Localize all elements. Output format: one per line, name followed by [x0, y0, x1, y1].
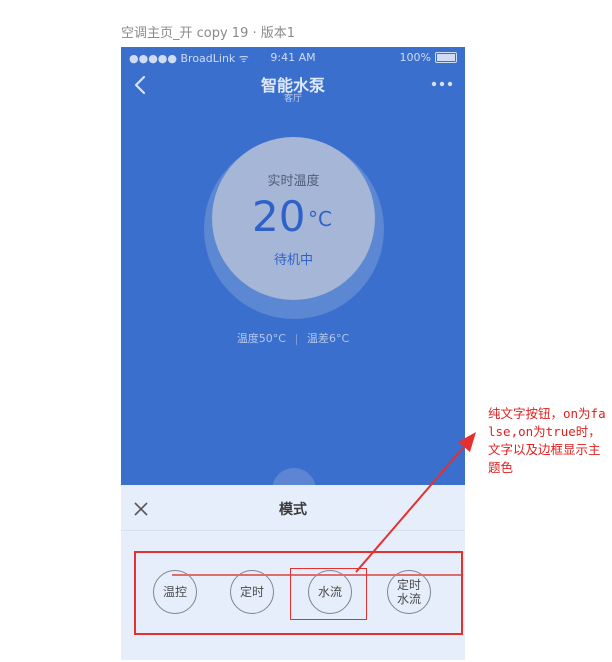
device-status: 待机中 [273, 253, 313, 268]
battery-icon [435, 52, 457, 63]
diff-readout: 温差6°C [307, 332, 350, 345]
status-bar: ●●●●● BroadLink ᯤ 9:41 AM 100% [121, 47, 465, 67]
more-horizontal-icon[interactable] [431, 80, 453, 88]
temperature-dial: 实时温度 20 °C 待机中 [212, 137, 375, 300]
battery-status: 100% [400, 51, 457, 64]
battery-percent: 100% [399, 51, 431, 64]
dial-label: 实时温度 [267, 174, 320, 189]
artboard-title: 空调主页_开 copy 19 · 版本1 [121, 26, 296, 41]
page-subtitle: 客厅 [283, 94, 302, 104]
annotation-arrow-icon [355, 432, 476, 573]
temperature-unit: °C [308, 207, 332, 231]
temperature-value: 20 [252, 192, 306, 241]
main-panel: ●●●●● BroadLink ᯤ 9:41 AM 100% 智能水泵 客厅 实… [121, 47, 465, 512]
temp-readout: 温度50°C [236, 332, 286, 345]
readouts: 温度50°C 温差6°C [121, 330, 465, 346]
readout-divider [296, 333, 297, 345]
annotation-note: 纯文字按钮，on为false,on为true时，文字以及边框显示主题色 [488, 406, 606, 475]
